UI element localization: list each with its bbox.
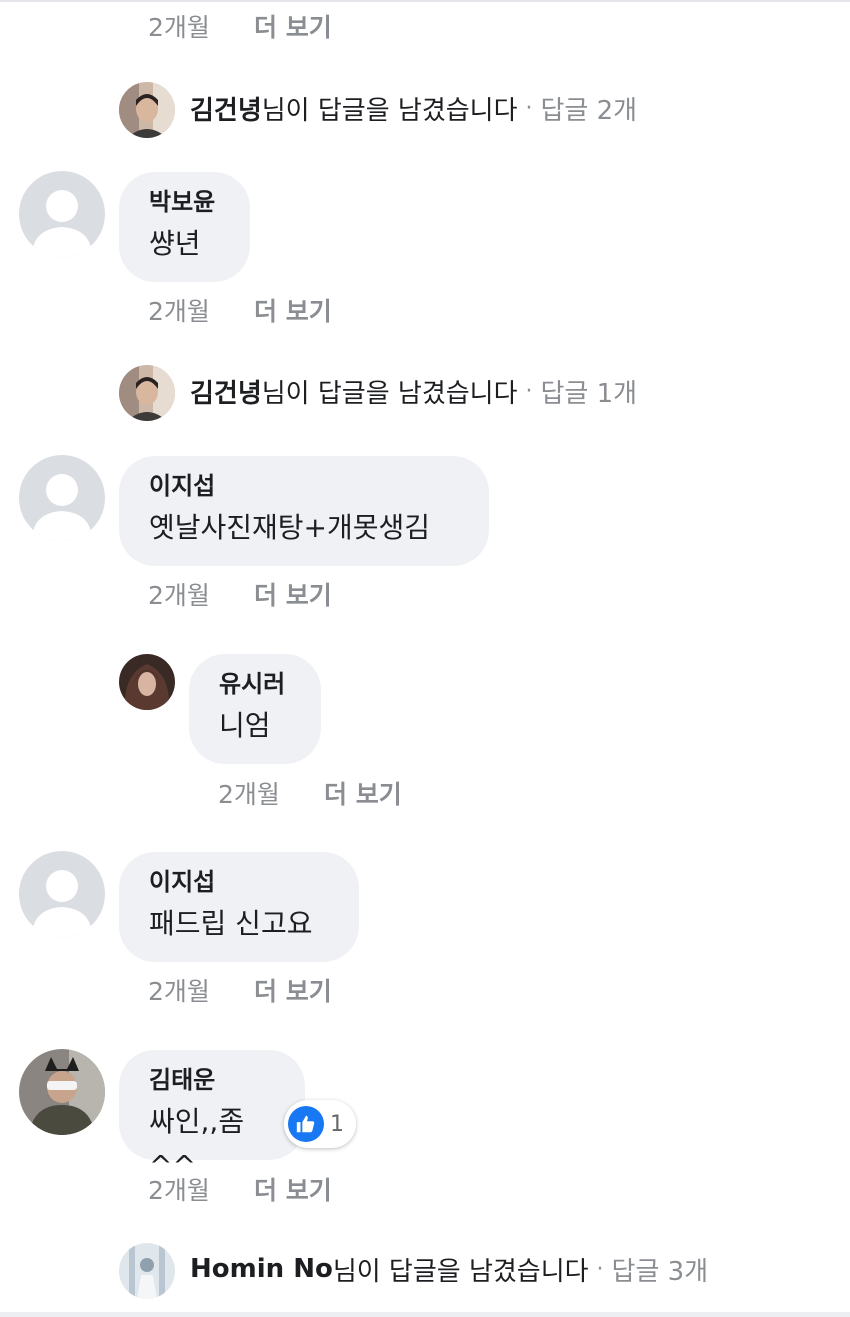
avatar[interactable] xyxy=(19,1049,105,1135)
avatar[interactable] xyxy=(119,82,175,138)
comment-bubble: 박보윤 썅년 xyxy=(119,172,250,282)
comment-text: 패드립 신고요 xyxy=(149,907,313,940)
comment-author[interactable]: 이지섭 xyxy=(149,866,329,898)
separator: · xyxy=(525,378,533,404)
reaction-badge[interactable]: 1 xyxy=(284,1100,356,1148)
reply-author[interactable]: 김건녕 xyxy=(190,90,262,127)
avatar[interactable] xyxy=(119,365,175,421)
comment-author[interactable]: 김태운 xyxy=(149,1064,275,1096)
comment-meta: 2개월 더 보기 xyxy=(148,972,332,1008)
reaction-count: 1 xyxy=(330,1111,344,1137)
more-link[interactable]: 더 보기 xyxy=(254,292,332,328)
top-divider xyxy=(0,0,850,2)
comment-meta: 2개월 더 보기 xyxy=(148,8,332,44)
comment-author[interactable]: 박보윤 xyxy=(149,186,220,218)
more-link[interactable]: 더 보기 xyxy=(254,972,332,1008)
reply-count[interactable]: 답글 2개 xyxy=(541,90,638,127)
default-avatar-icon[interactable] xyxy=(19,851,105,937)
reply-author[interactable]: Homin No xyxy=(190,1254,333,1284)
comment-bubble: 김태운 싸인,,좀^^ xyxy=(119,1050,305,1182)
comment-meta: 2개월 더 보기 xyxy=(148,1171,332,1207)
default-avatar-icon[interactable] xyxy=(19,455,105,541)
comment-time: 2개월 xyxy=(148,13,210,42)
like-icon xyxy=(288,1106,324,1142)
comment-time: 2개월 xyxy=(148,581,210,610)
comment-time: 2개월 xyxy=(148,1176,210,1205)
reply-author[interactable]: 김건녕 xyxy=(190,373,262,410)
reply-suffix: 님이 답글을 남겼습니다 xyxy=(261,95,518,126)
comment-author[interactable]: 유시러 xyxy=(219,668,291,700)
bottom-divider xyxy=(0,1312,850,1317)
more-link[interactable]: 더 보기 xyxy=(254,1171,332,1207)
comment-bubble: 이지섭 패드립 신고요 xyxy=(119,852,359,962)
reply-count[interactable]: 답글 1개 xyxy=(541,373,638,410)
more-link[interactable]: 더 보기 xyxy=(254,576,332,612)
reply-summary[interactable]: 김건녕 님이 답글을 남겼습니다 · 답글 1개 xyxy=(190,363,637,419)
comment-bubble: 유시러 니엄 xyxy=(189,654,321,764)
reply-suffix: 님이 답글을 남겼습니다 xyxy=(261,378,518,409)
comment-time: 2개월 xyxy=(218,780,280,809)
comment-meta: 2개월 더 보기 xyxy=(148,576,332,612)
comment-text: 니엄 xyxy=(219,709,271,742)
more-link[interactable]: 더 보기 xyxy=(254,8,332,44)
reply-suffix: 님이 답글을 남겼습니다 xyxy=(332,1256,589,1287)
more-link[interactable]: 더 보기 xyxy=(324,775,402,811)
comment-meta: 2개월 더 보기 xyxy=(148,292,332,328)
comment-time: 2개월 xyxy=(148,977,210,1006)
comment-author[interactable]: 이지섭 xyxy=(149,470,459,502)
reply-summary[interactable]: 김건녕 님이 답글을 남겼습니다 · 답글 2개 xyxy=(190,80,637,136)
avatar[interactable] xyxy=(119,1243,175,1299)
comment-meta: 2개월 더 보기 xyxy=(218,775,402,811)
avatar[interactable] xyxy=(119,654,175,710)
comment-text: 옛날사진재탕+개못생김 xyxy=(149,511,431,544)
reply-summary[interactable]: Homin No 님이 답글을 남겼습니다 · 답글 3개 xyxy=(190,1241,708,1297)
comment-time: 2개월 xyxy=(148,297,210,326)
separator: · xyxy=(525,95,533,121)
comment-text: 썅년 xyxy=(149,227,201,260)
default-avatar-icon[interactable] xyxy=(19,171,105,257)
reply-count[interactable]: 답글 3개 xyxy=(612,1251,709,1288)
comment-bubble: 이지섭 옛날사진재탕+개못생김 xyxy=(119,456,489,566)
separator: · xyxy=(596,1256,604,1282)
